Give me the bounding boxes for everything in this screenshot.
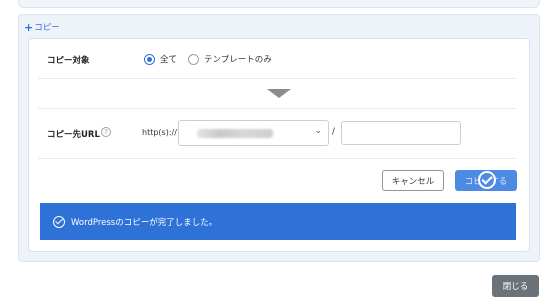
url-prefix: http(s):// bbox=[142, 128, 177, 137]
domain-select-value bbox=[197, 129, 273, 138]
success-banner: WordPressのコピーが完了しました。 bbox=[40, 203, 516, 240]
copy-section-toggle[interactable]: + コピー bbox=[24, 20, 60, 34]
help-icon[interactable]: ? bbox=[101, 127, 111, 137]
success-message: WordPressのコピーが完了しました。 bbox=[71, 217, 218, 228]
radio-unchecked-icon bbox=[188, 53, 199, 65]
close-button[interactable]: 閉じる bbox=[492, 275, 539, 297]
radio-checked-icon bbox=[144, 53, 155, 65]
radio-template-only-label: テンプレートのみ bbox=[204, 55, 272, 65]
arrow-down-icon bbox=[267, 89, 291, 98]
check-circle-icon bbox=[478, 171, 496, 189]
upper-card bbox=[18, 0, 540, 8]
path-input[interactable] bbox=[341, 121, 461, 145]
divider bbox=[38, 78, 516, 79]
path-separator: / bbox=[332, 127, 335, 137]
divider bbox=[38, 158, 516, 159]
copy-dialog-page: + コピー コピー対象 全て テンプレートのみ コピー先URL ? http(s… bbox=[0, 0, 560, 306]
domain-select[interactable]: ⌄ bbox=[178, 120, 329, 146]
copy-target-label: コピー対象 bbox=[47, 56, 90, 66]
section-title: コピー bbox=[34, 23, 60, 33]
radio-template-only[interactable]: テンプレートのみ bbox=[188, 53, 272, 65]
cancel-button[interactable]: キャンセル bbox=[382, 170, 444, 191]
check-circle-icon bbox=[53, 215, 65, 228]
divider bbox=[38, 108, 516, 109]
chevron-down-icon: ⌄ bbox=[314, 126, 322, 136]
copy-destination-label: コピー先URL bbox=[47, 130, 100, 140]
radio-all-label: 全て bbox=[160, 55, 178, 65]
copy-button[interactable]: コピーする bbox=[455, 170, 517, 191]
plus-icon: + bbox=[24, 20, 34, 34]
radio-all[interactable]: 全て bbox=[144, 53, 177, 65]
